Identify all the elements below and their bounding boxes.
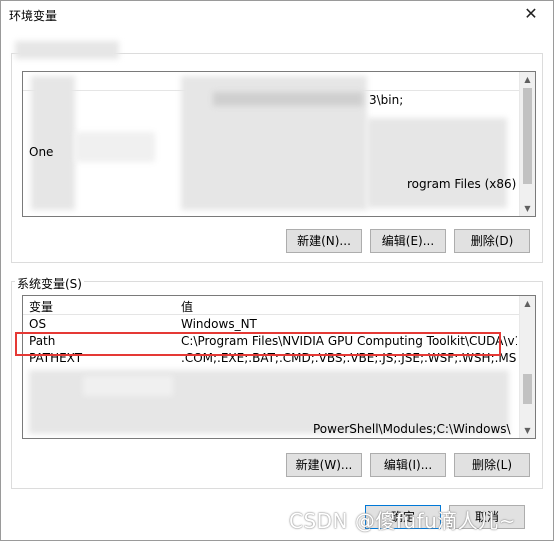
environment-variables-dialog: 环境变量 ✕ 3\bin; One rogram Files (x86) ▲ ▼… <box>0 0 554 541</box>
path-tail-fragment: 3\bin; <box>369 93 404 107</box>
list-item[interactable]: 3\bin; <box>23 93 519 109</box>
scroll-down-icon[interactable]: ▼ <box>523 204 532 213</box>
variable-name-fragment: One <box>29 145 54 159</box>
pixel-block <box>83 376 173 396</box>
value-fragment: PowerShell\Modules;C:\Windows\ <box>313 422 511 436</box>
scroll-up-icon[interactable]: ▲ <box>523 75 532 84</box>
system-delete-button[interactable]: 删除(L) <box>454 453 530 477</box>
user-edit-button[interactable]: 编辑(E)... <box>370 229 446 253</box>
user-delete-button[interactable]: 删除(D) <box>454 229 530 253</box>
user-new-button[interactable]: 新建(N)... <box>286 229 362 253</box>
table-row[interactable]: PowerShell\Modules;C:\Windows\ <box>23 422 519 438</box>
system-new-button[interactable]: 新建(W)... <box>286 453 362 477</box>
system-variables-label: 系统变量(S) <box>15 275 84 292</box>
close-icon[interactable]: ✕ <box>519 4 543 24</box>
title-bar: 环境变量 ✕ <box>1 1 553 29</box>
csdn-watermark: CSDN @傻fufu滴人儿~ <box>289 509 517 533</box>
value-fragment: rogram Files (x86) <box>407 177 517 191</box>
system-variables-list[interactable]: 变量 值 OS Windows_NT Path C:\Program Files… <box>22 295 536 439</box>
system-variables-scrollbar[interactable]: ▲ ▼ <box>519 296 535 438</box>
system-variables-header: 变量 值 <box>23 296 519 315</box>
user-variables-label-obscured <box>15 41 119 59</box>
list-item[interactable]: rogram Files (x86) <box>23 177 519 193</box>
column-header-value[interactable]: 值 <box>181 298 193 315</box>
table-row[interactable]: OS Windows_NT <box>23 317 519 333</box>
user-variables-scrollbar[interactable]: ▲ ▼ <box>519 72 535 216</box>
column-header-variable[interactable]: 变量 <box>29 298 53 315</box>
path-highlight-box <box>15 332 501 356</box>
scroll-thumb[interactable] <box>523 88 532 184</box>
variable-value: Windows_NT <box>181 317 257 331</box>
user-variables-list[interactable]: 3\bin; One rogram Files (x86) ▲ ▼ <box>22 71 536 217</box>
pixel-block <box>367 118 507 208</box>
list-item[interactable]: One <box>23 145 519 161</box>
scroll-thumb[interactable] <box>523 374 532 404</box>
window-title: 环境变量 <box>9 9 58 23</box>
variable-name: OS <box>29 317 47 331</box>
scroll-up-icon[interactable]: ▲ <box>523 299 532 308</box>
scroll-down-icon[interactable]: ▼ <box>523 426 532 435</box>
system-edit-button[interactable]: 编辑(I)... <box>370 453 446 477</box>
